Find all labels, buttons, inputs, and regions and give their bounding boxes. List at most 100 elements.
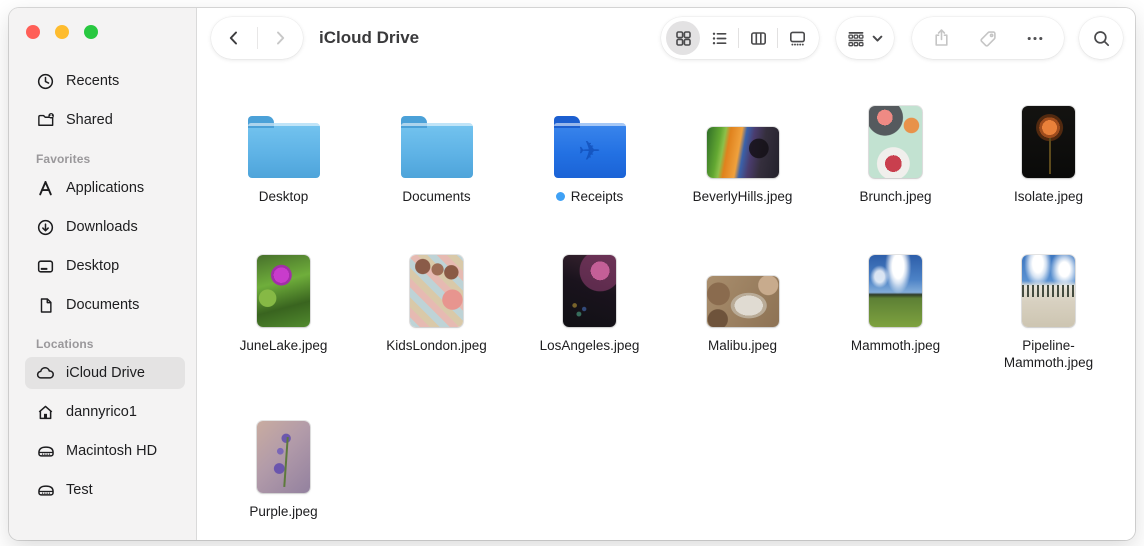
finder-window: Recents Shared Favorites Applications Do…: [9, 8, 1135, 540]
group-by-icon: [846, 29, 866, 48]
view-divider: [738, 28, 739, 48]
image-thumbnail: [1022, 255, 1075, 327]
sync-status-dot: [555, 192, 565, 201]
zoom-button[interactable]: [84, 25, 98, 39]
file-item-isolate[interactable]: Isolate.jpeg: [972, 94, 1125, 205]
display-icon: [35, 256, 56, 277]
tag-button[interactable]: [971, 21, 1005, 55]
chevron-down-icon: [871, 32, 884, 45]
file-item-malibu[interactable]: Malibu.jpeg: [666, 243, 819, 371]
hard-drive-icon: [35, 480, 56, 501]
view-divider: [777, 28, 778, 48]
sidebar-item-label: Recents: [66, 73, 120, 89]
file-item-mammoth[interactable]: Mammoth.jpeg: [819, 243, 972, 371]
sidebar-item-label: Shared: [66, 112, 113, 128]
travel-folder-icon: ✈: [553, 116, 626, 178]
file-item-purple[interactable]: Purple.jpeg: [207, 409, 360, 520]
image-thumbnail: [410, 255, 463, 327]
shared-folder-icon: [35, 110, 56, 131]
home-icon: [35, 402, 56, 423]
sidebar-item-shared[interactable]: Shared: [25, 104, 185, 136]
traffic-lights: [9, 25, 196, 39]
file-label: Malibu.jpeg: [707, 338, 778, 353]
file-label: Desktop: [258, 189, 309, 204]
file-label: LosAngeles.jpeg: [539, 338, 640, 353]
file-label: Pipeline-Mammoth.jpeg: [1003, 338, 1094, 370]
image-thumbnail: [563, 255, 616, 327]
sidebar-item-dannyrico1[interactable]: dannyrico1: [25, 396, 185, 428]
file-label: Isolate.jpeg: [1013, 189, 1084, 204]
file-item-junelake[interactable]: JuneLake.jpeg: [207, 243, 360, 371]
image-thumbnail: [1022, 106, 1075, 178]
search-icon: [1092, 29, 1111, 48]
file-item-kidslondon[interactable]: KidsLondon.jpeg: [360, 243, 513, 371]
more-button[interactable]: [1018, 21, 1052, 55]
file-item-beverlyhills[interactable]: BeverlyHills.jpeg: [666, 94, 819, 205]
document-icon: [35, 295, 56, 316]
image-thumbnail: [257, 255, 310, 327]
sidebar-item-recents[interactable]: Recents: [25, 65, 185, 97]
sidebar-item-label: Desktop: [66, 258, 120, 274]
clock-icon: [35, 71, 56, 92]
file-item-losangeles[interactable]: LosAngeles.jpeg: [513, 243, 666, 371]
airplane-icon: ✈: [578, 136, 601, 167]
file-item-desktop[interactable]: Desktop: [207, 94, 360, 205]
file-item-pipeline-mammoth[interactable]: Pipeline-Mammoth.jpeg: [972, 243, 1125, 371]
sidebar-item-applications[interactable]: Applications: [25, 172, 185, 204]
file-item-receipts[interactable]: ✈ Receipts: [513, 94, 666, 205]
share-button[interactable]: [925, 21, 959, 55]
download-circle-icon: [35, 217, 56, 238]
minimize-button[interactable]: [55, 25, 69, 39]
file-label: Receipts: [570, 189, 624, 204]
image-thumbnail: [869, 255, 922, 327]
file-label: Mammoth.jpeg: [850, 338, 941, 353]
sidebar-item-label: iCloud Drive: [66, 365, 145, 381]
folder-icon: [400, 116, 473, 178]
cloud-icon: [35, 363, 56, 384]
sidebar-item-label: Macintosh HD: [66, 443, 158, 459]
file-label: KidsLondon.jpeg: [386, 338, 487, 353]
file-label: BeverlyHills.jpeg: [692, 189, 793, 204]
folder-icon: [247, 116, 320, 178]
view-switcher: [661, 17, 819, 59]
sidebar-item-test[interactable]: Test: [25, 474, 185, 506]
toolbar: iCloud Drive: [197, 8, 1135, 68]
nav-divider: [256, 27, 258, 49]
sidebar-item-documents[interactable]: Documents: [25, 289, 185, 321]
sidebar-item-desktop[interactable]: Desktop: [25, 250, 185, 282]
search-button[interactable]: [1079, 17, 1123, 59]
sidebar-item-icloud-drive[interactable]: iCloud Drive: [25, 357, 185, 389]
sidebar-item-label: Test: [66, 482, 93, 498]
column-view-button[interactable]: [741, 21, 775, 55]
window-title: iCloud Drive: [319, 28, 420, 47]
image-thumbnail: [706, 127, 779, 178]
sidebar-section-locations: Locations: [36, 337, 94, 351]
navigation-buttons: [211, 17, 303, 59]
gallery-view-button[interactable]: [780, 21, 814, 55]
group-button[interactable]: [836, 17, 894, 59]
sidebar-item-downloads[interactable]: Downloads: [25, 211, 185, 243]
back-button[interactable]: [217, 21, 251, 55]
file-label: Documents: [402, 189, 471, 204]
file-grid: Desktop Documents ✈ Receipts BeverlyHill…: [197, 68, 1135, 520]
file-item-brunch[interactable]: Brunch.jpeg: [819, 94, 972, 205]
sidebar-section-favorites: Favorites: [36, 152, 91, 166]
sidebar-item-macintosh-hd[interactable]: Macintosh HD: [25, 435, 185, 467]
image-thumbnail: [869, 106, 922, 178]
forward-button[interactable]: [263, 21, 297, 55]
sidebar: Recents Shared Favorites Applications Do…: [9, 8, 197, 540]
file-label: Brunch.jpeg: [859, 189, 932, 204]
file-label: Purple.jpeg: [249, 504, 318, 519]
list-view-button[interactable]: [702, 21, 736, 55]
sidebar-item-label: Downloads: [66, 219, 138, 235]
app-store-icon: [35, 178, 56, 199]
sidebar-item-label: Documents: [66, 297, 140, 313]
file-item-documents[interactable]: Documents: [360, 94, 513, 205]
main-panel: iCloud Drive Desktop Documents ✈ Receipt…: [197, 8, 1135, 540]
image-thumbnail: [257, 421, 310, 493]
hard-drive-icon: [35, 441, 56, 462]
close-button[interactable]: [26, 25, 40, 39]
icon-view-button[interactable]: [666, 21, 700, 55]
file-label: JuneLake.jpeg: [239, 338, 328, 353]
sidebar-item-label: Applications: [66, 180, 145, 196]
